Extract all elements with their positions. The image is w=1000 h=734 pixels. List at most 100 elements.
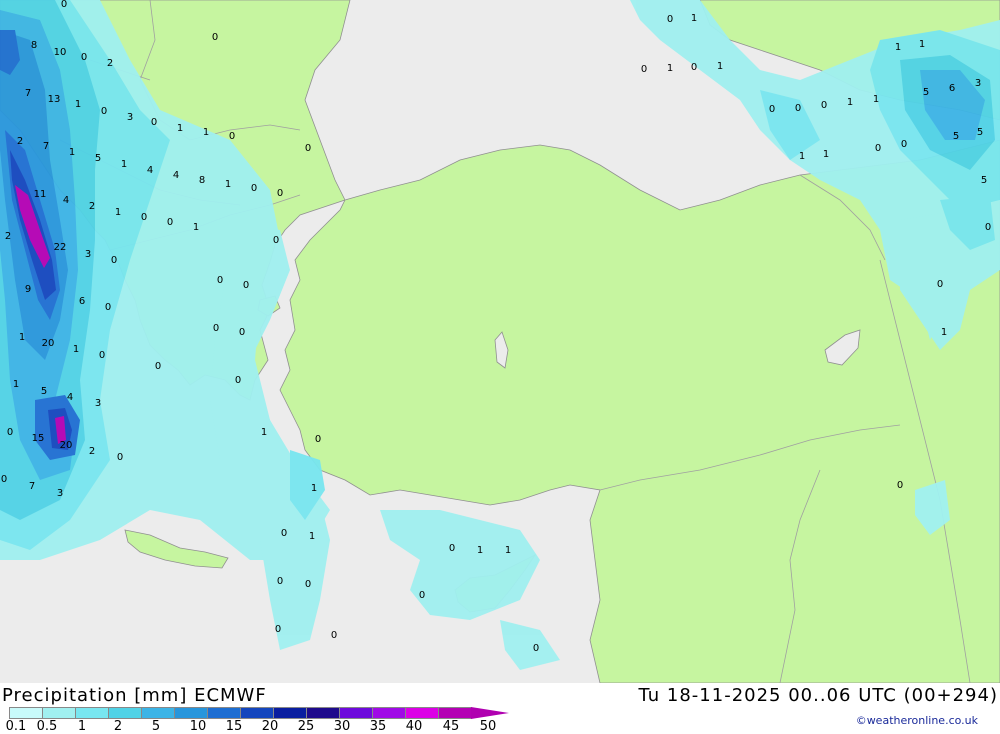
- precip-value-label: 7: [25, 88, 31, 99]
- legend-swatch: [372, 707, 406, 719]
- precip-value-label: 1: [919, 39, 925, 50]
- legend-footer: Precipitation [mm] ECMWF Tu 18-11-2025 0…: [0, 683, 1000, 734]
- precip-value-label: 0: [213, 323, 219, 334]
- legend-swatch: [438, 707, 472, 719]
- precip-value-label: 3: [127, 112, 133, 123]
- legend-swatch: [405, 707, 439, 719]
- legend-tick-label: 45: [442, 719, 460, 734]
- precip-value-label: 4: [67, 392, 73, 403]
- legend-swatch: [306, 707, 340, 719]
- precip-value-label: 0: [61, 0, 67, 10]
- legend-tick-label: 2: [113, 719, 123, 734]
- precip-value-label: 22: [54, 242, 67, 253]
- legend-tick-label: 0.5: [36, 719, 58, 734]
- precip-value-label: 1: [225, 179, 231, 190]
- precip-value-label: 0: [449, 543, 455, 554]
- precip-value-label: 1: [69, 147, 75, 158]
- legend-tick-label: 5: [151, 719, 161, 734]
- precip-value-label: 0: [641, 64, 647, 75]
- precip-value-label: 0: [243, 280, 249, 291]
- precip-value-label: 4: [147, 165, 153, 176]
- legend-tick-label: 10: [189, 719, 207, 734]
- precip-value-label: 0: [251, 183, 257, 194]
- precip-value-label: 0: [315, 434, 321, 445]
- precip-value-label: 4: [173, 170, 179, 181]
- precip-value-label: 0: [937, 279, 943, 290]
- precip-value-label: 1: [203, 127, 209, 138]
- precip-value-label: 0: [875, 143, 881, 154]
- precip-value-label: 1: [261, 427, 267, 438]
- precip-value-label: 1: [121, 159, 127, 170]
- legend-tick-label: 15: [225, 719, 243, 734]
- precip-value-label: 0: [81, 52, 87, 63]
- precip-value-label: 0: [229, 131, 235, 142]
- color-legend: [9, 707, 509, 719]
- precip-value-label: 3: [85, 249, 91, 260]
- precip-value-label: 1: [895, 42, 901, 53]
- precip-value-label: 0: [1, 474, 7, 485]
- precip-value-label: 0: [281, 528, 287, 539]
- precip-value-label: 0: [305, 579, 311, 590]
- precip-value-label: 0: [155, 361, 161, 372]
- precip-value-label: 0: [277, 188, 283, 199]
- precip-value-label: 5: [977, 127, 983, 138]
- precip-value-label: 1: [667, 63, 673, 74]
- precip-value-label: 0: [167, 217, 173, 228]
- precip-value-label: 0: [769, 104, 775, 115]
- precip-value-label: 2: [5, 231, 11, 242]
- precip-value-label: 2: [89, 446, 95, 457]
- precip-value-label: 0: [141, 212, 147, 223]
- precip-value-label: 5: [41, 386, 47, 397]
- precip-value-label: 0: [533, 643, 539, 654]
- precip-value-label: 0: [795, 103, 801, 114]
- legend-swatch: [240, 707, 274, 719]
- precip-value-label: 6: [79, 296, 85, 307]
- legend-swatch: [339, 707, 373, 719]
- legend-swatch: [75, 707, 109, 719]
- precip-value-label: 0: [235, 375, 241, 386]
- legend-tick-label: 40: [405, 719, 423, 734]
- legend-tick-label: 35: [369, 719, 387, 734]
- precip-value-label: 1: [941, 327, 947, 338]
- precip-value-label: 0: [117, 452, 123, 463]
- precip-value-label: 1: [177, 123, 183, 134]
- credit-link[interactable]: ©weatheronline.co.uk: [856, 714, 978, 727]
- precip-value-label: 1: [115, 207, 121, 218]
- legend-tick-label: 25: [297, 719, 315, 734]
- precip-value-label: 1: [193, 222, 199, 233]
- precip-value-label: 1: [799, 151, 805, 162]
- precip-value-label: 0: [105, 302, 111, 313]
- legend-swatch: [108, 707, 142, 719]
- precip-value-label: 13: [48, 94, 61, 105]
- precip-value-label: 0: [305, 143, 311, 154]
- precip-value-label: 1: [505, 545, 511, 556]
- precip-value-label: 8: [31, 40, 37, 51]
- precip-value-label: 1: [75, 99, 81, 110]
- legend-tick-label: 0.1: [5, 719, 27, 734]
- precipitation-map: 00810 02713 103 01 1 02 71514 4 8 1 0 011421 0 0 10222…: [0, 0, 1000, 683]
- precip-value-label: 1: [73, 344, 79, 355]
- precip-value-label: 15: [32, 433, 45, 444]
- precip-value-label: 1: [823, 149, 829, 160]
- legend-tick-label: 30: [333, 719, 351, 734]
- precip-value-label: 1: [477, 545, 483, 556]
- precip-value-label: 8: [199, 175, 205, 186]
- legend-tick-label: 50: [479, 719, 497, 734]
- precip-value-label: 5: [95, 153, 101, 164]
- precip-value-label: 0: [985, 222, 991, 233]
- precip-value-label: 0: [111, 255, 117, 266]
- precip-value-label: 2: [107, 58, 113, 69]
- precip-value-label: 1: [873, 94, 879, 105]
- precip-value-label: 0: [691, 62, 697, 73]
- precip-value-label: 5: [981, 175, 987, 186]
- precip-value-label: 0: [901, 139, 907, 150]
- precip-value-label: 0: [667, 14, 673, 25]
- precip-value-label: 0: [419, 590, 425, 601]
- legend-ticks: 0.1 0.5 1 2 5 10 15 20 25 30 35 40 45 50: [0, 719, 560, 734]
- map-title: Precipitation [mm] ECMWF: [2, 685, 267, 706]
- precip-value-label: 0: [273, 235, 279, 246]
- precip-value-label: 9: [25, 284, 31, 295]
- precip-value-label: 5: [923, 87, 929, 98]
- precip-value-label: 5: [953, 131, 959, 142]
- legend-tick-label: 1: [77, 719, 87, 734]
